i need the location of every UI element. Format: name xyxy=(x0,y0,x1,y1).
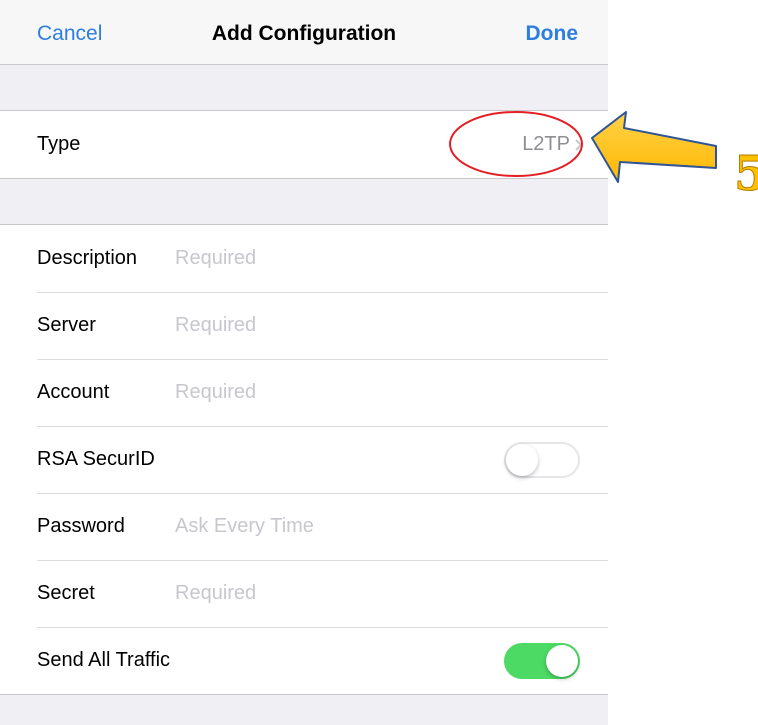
account-field[interactable]: Required xyxy=(175,381,256,404)
send-all-traffic-label: Send All Traffic xyxy=(37,649,171,671)
account-label: Account xyxy=(37,381,110,403)
send-all-traffic-toggle[interactable] xyxy=(504,642,580,679)
password-field[interactable]: Ask Every Time xyxy=(175,515,314,538)
description-field[interactable]: Required xyxy=(175,247,256,270)
description-row[interactable]: Description Required xyxy=(0,225,608,292)
server-label: Server xyxy=(37,314,96,336)
type-value: L2TP xyxy=(522,133,570,155)
send-all-traffic-row: Send All Traffic xyxy=(0,627,608,694)
step-number-label: 5 xyxy=(733,146,758,202)
secret-field[interactable]: Required xyxy=(175,582,256,605)
navigation-bar: Cancel Add Configuration Done xyxy=(0,0,608,65)
type-row[interactable]: Type L2TP xyxy=(0,111,608,178)
chevron-right-icon xyxy=(575,138,583,151)
toggle-knob xyxy=(506,443,538,476)
toggle-knob xyxy=(546,644,578,677)
fields-group: Description Required Server Required Acc… xyxy=(0,224,608,695)
annotation-arrow-icon xyxy=(591,111,717,183)
server-field[interactable]: Required xyxy=(175,314,256,337)
server-row[interactable]: Server Required xyxy=(0,292,608,359)
secret-label: Secret xyxy=(37,582,95,604)
done-button[interactable]: Done xyxy=(526,22,579,46)
vpn-configuration-screen: Cancel Add Configuration Done Type L2TP … xyxy=(0,0,608,725)
secret-row[interactable]: Secret Required xyxy=(0,560,608,627)
type-group: Type L2TP xyxy=(0,110,608,179)
cancel-button[interactable]: Cancel xyxy=(37,22,102,46)
type-label: Type xyxy=(37,133,81,155)
rsa-securid-label: RSA SecurID xyxy=(37,448,155,470)
password-row[interactable]: Password Ask Every Time xyxy=(0,493,608,560)
rsa-securid-toggle[interactable] xyxy=(504,441,580,478)
description-label: Description xyxy=(37,247,138,269)
account-row[interactable]: Account Required xyxy=(0,359,608,426)
rsa-securid-row: RSA SecurID xyxy=(0,426,608,493)
password-label: Password xyxy=(37,515,125,537)
